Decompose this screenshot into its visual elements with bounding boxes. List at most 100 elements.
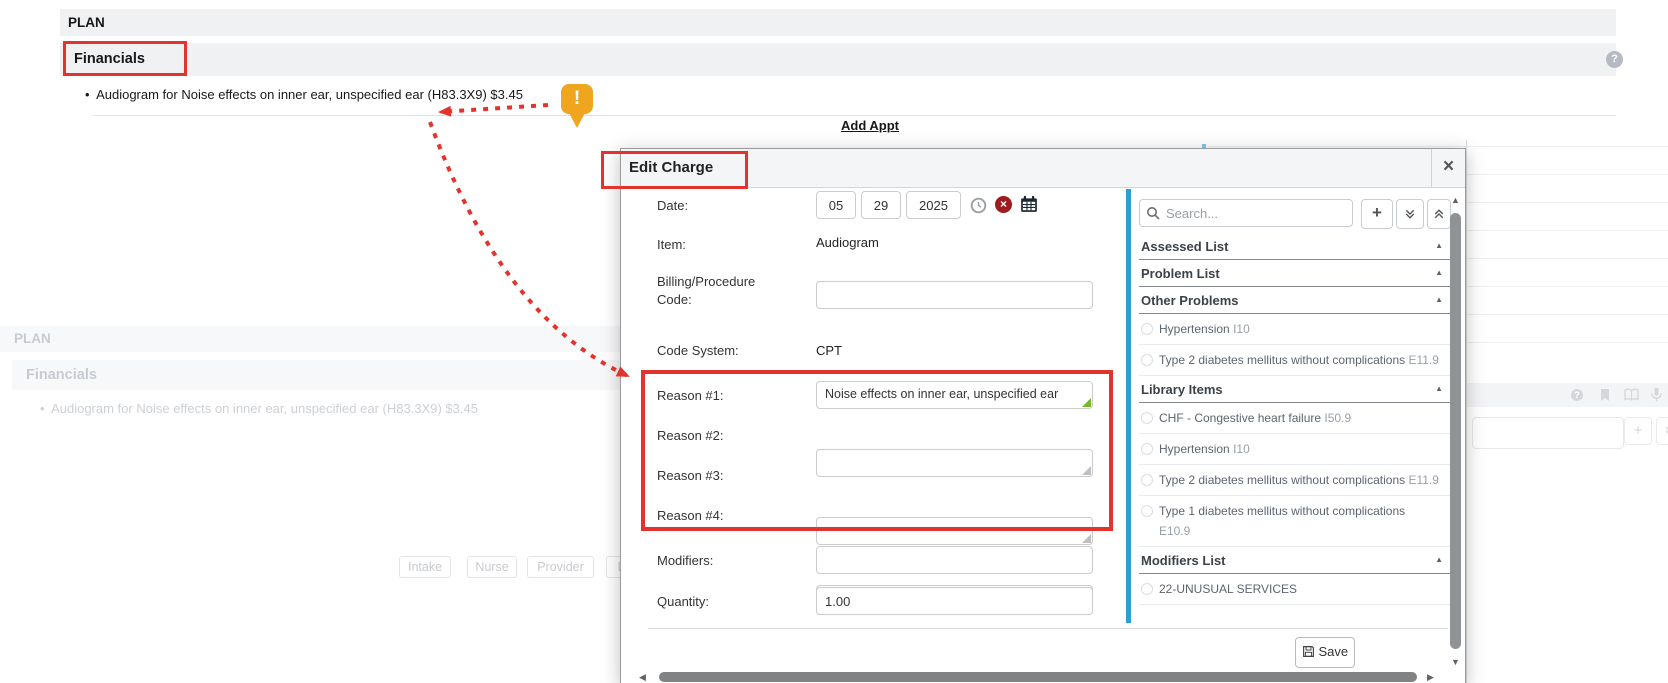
code-picker-panel: + Assessed List ▲ Problem List ▲ Other P… — [1126, 189, 1451, 623]
add-appt-link[interactable]: Add Appt — [790, 118, 950, 133]
add-item-button[interactable]: + — [1361, 199, 1393, 229]
reason-3-input[interactable] — [816, 517, 1093, 545]
panel-section-header[interactable]: Modifiers List ▲ — [1139, 547, 1451, 574]
panel-list-item[interactable]: Hypertension I10 — [1139, 314, 1451, 345]
search-input[interactable] — [1139, 199, 1353, 227]
book-icon[interactable] — [1624, 388, 1639, 402]
item-label: Item: — [657, 237, 686, 252]
clock-icon[interactable] — [970, 197, 987, 214]
bg-panel-border — [1466, 140, 1467, 683]
plan-header: PLAN — [60, 9, 105, 36]
panel-section-header[interactable]: Other Problems ▲ — [1139, 287, 1451, 314]
save-label: Save — [1318, 644, 1348, 659]
bg-quick-entry-input[interactable] — [1472, 417, 1624, 449]
panel-list-item[interactable]: CHF - Congestive heart failure I50.9 — [1139, 403, 1451, 434]
date-day-input[interactable] — [861, 191, 901, 219]
plan-header-bar: PLAN — [60, 9, 1616, 36]
microphone-icon[interactable] — [1650, 387, 1663, 403]
panel-section-header[interactable]: Problem List ▲ — [1139, 260, 1451, 287]
caret-up-icon[interactable]: ▲ — [1435, 295, 1443, 304]
quantity-label: Quantity: — [657, 594, 709, 609]
item-name: 22-UNUSUAL SERVICES — [1159, 582, 1297, 596]
help-badge-icon[interactable]: ? — [1606, 51, 1623, 68]
resize-handle-icon[interactable] — [1082, 534, 1091, 543]
resize-handle-icon[interactable] — [1082, 466, 1091, 475]
bullet-icon: • — [85, 87, 90, 102]
faded-charge-text: Audiogram for Noise effects on inner ear… — [51, 401, 478, 416]
bg-expand-button[interactable] — [1656, 417, 1668, 445]
phase-button-nurse[interactable]: Nurse — [467, 556, 517, 578]
dialog-title-bar: Edit Charge — [621, 149, 1431, 188]
plus-icon: + — [1634, 422, 1643, 439]
panel-list-item[interactable]: Type 2 diabetes mellitus without complic… — [1139, 465, 1451, 496]
reason-2-input[interactable] — [816, 449, 1093, 477]
code-system-label: Code System: — [657, 343, 739, 358]
search-icon — [1146, 206, 1160, 220]
caret-up-icon[interactable]: ▲ — [1435, 384, 1443, 393]
section-title: Problem List — [1141, 266, 1220, 281]
date-year-input[interactable] — [906, 191, 961, 219]
panel-list-item[interactable]: Type 1 diabetes mellitus without complic… — [1139, 496, 1451, 547]
item-name: Hypertension — [1159, 442, 1230, 456]
vertical-scroll-thumb[interactable] — [1450, 213, 1461, 649]
charge-line[interactable]: • Audiogram for Noise effects on inner e… — [85, 87, 785, 102]
caret-up-icon[interactable]: ▲ — [1435, 268, 1443, 277]
panel-section-header[interactable]: Library Items ▲ — [1139, 376, 1451, 403]
date-month-input[interactable] — [816, 191, 856, 219]
scroll-up-icon[interactable]: ▲ — [1451, 195, 1460, 205]
reason-2-label: Reason #2: — [657, 428, 724, 443]
item-name: Type 2 diabetes mellitus without complic… — [1159, 353, 1405, 367]
save-button[interactable]: Save — [1295, 637, 1355, 668]
close-icon[interactable]: × — [1431, 149, 1465, 188]
quantity-input[interactable] — [816, 587, 1093, 615]
item-code: E11.9 — [1408, 353, 1438, 367]
bg-add-button[interactable]: + — [1624, 417, 1652, 445]
top-section: PLAN Financials ? • Audiogram for Noise … — [0, 0, 1668, 140]
clear-date-icon[interactable]: × — [995, 196, 1012, 213]
item-value: Audiogram — [816, 235, 879, 250]
chevron-double-up-icon — [1433, 208, 1445, 220]
code-system-value: CPT — [816, 343, 842, 358]
scroll-left-icon[interactable]: ◀ — [639, 672, 646, 682]
phase-button-intake[interactable]: Intake — [399, 556, 451, 578]
section-title: Assessed List — [1141, 239, 1228, 254]
help-icon[interactable]: ? — [1570, 388, 1584, 402]
billing-code-input[interactable] — [816, 281, 1093, 309]
expand-all-button[interactable] — [1427, 199, 1451, 229]
reason-1-label: Reason #1: — [657, 388, 724, 403]
resize-handle-icon[interactable] — [1082, 398, 1091, 407]
caret-up-icon[interactable]: ▲ — [1435, 555, 1443, 564]
section-title: Library Items — [1141, 382, 1223, 397]
collapse-all-button[interactable] — [1396, 199, 1424, 229]
panel-list-item[interactable]: 22-UNUSUAL SERVICES — [1139, 574, 1451, 605]
caret-up-icon[interactable]: ▲ — [1435, 241, 1443, 250]
phase-button-provider[interactable]: Provider — [527, 556, 594, 578]
panel-section-header[interactable]: Assessed List ▲ — [1139, 233, 1451, 260]
bookmark-icon[interactable] — [1598, 388, 1612, 402]
item-circle-icon — [1141, 323, 1153, 335]
dialog-horizontal-scrollbar[interactable]: ◀ ▶ — [621, 671, 1449, 683]
reason-3-label: Reason #3: — [657, 468, 724, 483]
reason-1-input[interactable]: Noise effects on inner ear, unspecified … — [816, 381, 1093, 409]
horizontal-scroll-thumb[interactable] — [659, 672, 1417, 682]
edit-charge-dialog: Edit Charge × Date: × Item: Audiogram Bi… — [620, 148, 1466, 683]
scroll-right-icon[interactable]: ▶ — [1427, 672, 1434, 682]
item-circle-icon — [1141, 412, 1153, 424]
item-name: Hypertension — [1159, 322, 1230, 336]
charge-text: Audiogram for Noise effects on inner ear… — [96, 87, 523, 102]
item-name: CHF - Congestive heart failure — [1159, 411, 1321, 425]
modifiers-label: Modifiers: — [657, 553, 713, 568]
save-icon — [1302, 645, 1315, 658]
chevron-double-down-icon — [1404, 208, 1416, 220]
faded-charge-line: • Audiogram for Noise effects on inner e… — [40, 401, 640, 416]
panel-list-item[interactable]: Type 2 diabetes mellitus without complic… — [1139, 345, 1451, 376]
dialog-vertical-scrollbar[interactable]: ▲ ▼ — [1449, 189, 1463, 683]
calendar-icon[interactable] — [1020, 195, 1038, 213]
scroll-down-icon[interactable]: ▼ — [1451, 657, 1460, 667]
bullet-icon: • — [40, 401, 45, 416]
faded-financials-header: Financials — [12, 360, 97, 390]
modifiers-input[interactable] — [816, 546, 1093, 574]
panel-list-item[interactable]: Hypertension I10 — [1139, 434, 1451, 465]
reason-4-label: Reason #4: — [657, 508, 724, 523]
faded-plan-header: PLAN — [0, 326, 51, 352]
